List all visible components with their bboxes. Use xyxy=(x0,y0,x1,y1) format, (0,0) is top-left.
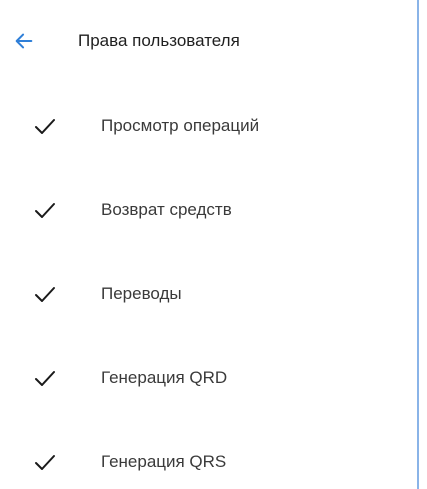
user-rights-panel: Права пользователя Просмотр операций Воз… xyxy=(0,0,427,489)
panel-border xyxy=(417,0,419,489)
permission-label: Генерация QRD xyxy=(101,368,228,387)
check-icon xyxy=(35,371,55,386)
page-title: Права пользователя xyxy=(78,31,240,50)
permission-label: Генерация QRS xyxy=(101,452,227,471)
arrow-left-icon xyxy=(15,33,33,49)
check-icon xyxy=(35,455,55,470)
permission-label: Просмотр операций xyxy=(101,116,260,135)
permission-item-generate-qrd[interactable]: Генерация QRD xyxy=(0,336,410,420)
panel-header: Права пользователя xyxy=(0,0,410,84)
permission-label: Возврат средств xyxy=(101,200,232,219)
check-icon xyxy=(35,287,55,302)
check-icon xyxy=(35,203,55,218)
permission-item-refunds[interactable]: Возврат средств xyxy=(0,168,410,252)
permission-item-transfers[interactable]: Переводы xyxy=(0,252,410,336)
permission-label: Переводы xyxy=(101,284,182,303)
check-icon xyxy=(35,119,55,134)
permission-item-view-operations[interactable]: Просмотр операций xyxy=(0,84,410,168)
permission-item-generate-qrs[interactable]: Генерация QRS xyxy=(0,420,410,489)
back-button[interactable] xyxy=(10,27,38,55)
permissions-list: Просмотр операций Возврат средств Перево… xyxy=(0,84,410,489)
